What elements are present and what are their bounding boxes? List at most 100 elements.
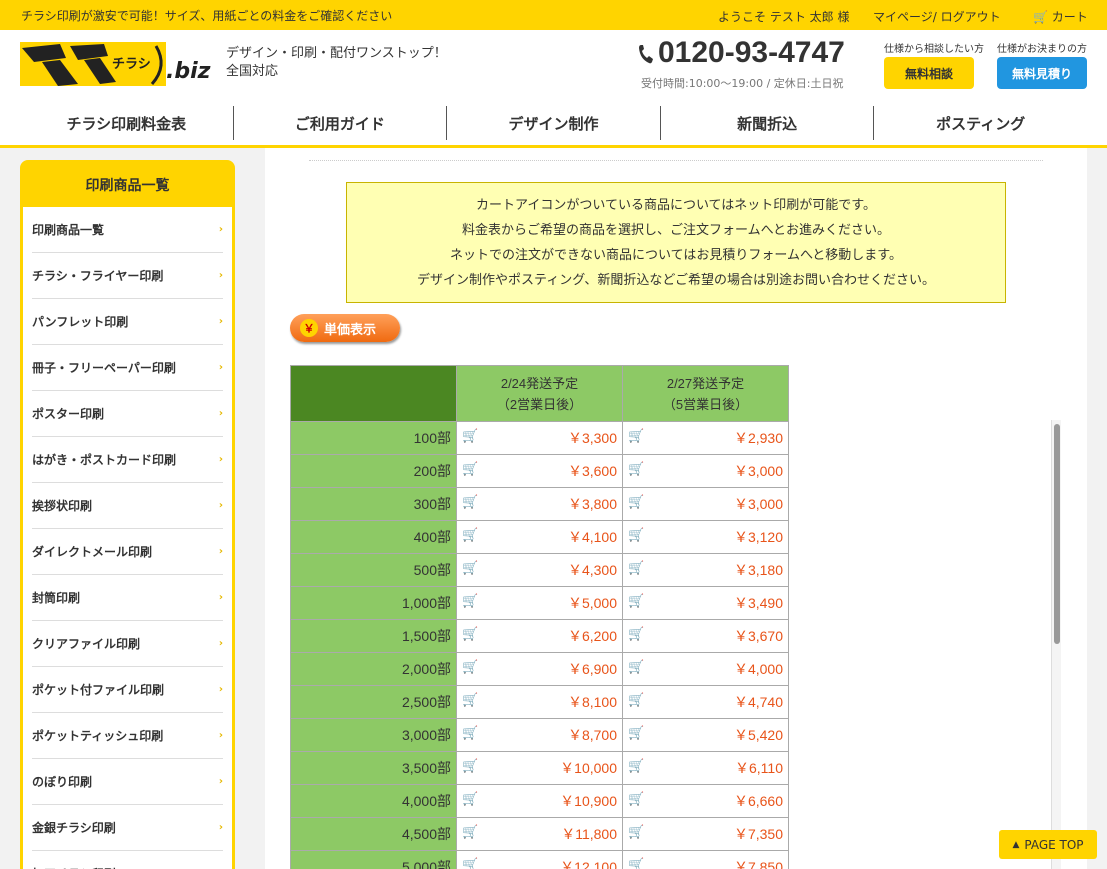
nav-newspaper-insert[interactable]: 新聞折込 — [661, 106, 875, 140]
sidebar-item[interactable]: 金銀チラシ印刷 › — [32, 805, 223, 851]
price-value: ￥3,000 — [733, 463, 783, 479]
price-cell[interactable]: 🛒 ￥7,850 — [622, 850, 789, 869]
cart-icon[interactable]: 🛒 — [628, 527, 644, 543]
sidebar-item[interactable]: ポスター印刷 › — [32, 391, 223, 437]
price-cell[interactable]: 🛒 ￥7,350 — [622, 817, 789, 851]
mypage-logout-link[interactable]: マイページ/ ログアウト — [873, 8, 1001, 25]
sidebar-item[interactable]: 加工チラシ印刷› — [32, 851, 223, 869]
cart-icon[interactable]: 🛒 — [628, 626, 644, 642]
price-cell[interactable]: 🛒 ￥10,900 — [456, 784, 623, 818]
free-consult-button[interactable]: 無料相談 — [884, 57, 974, 89]
sidebar-item[interactable]: パンフレット印刷 › — [32, 299, 223, 345]
cart-icon[interactable]: 🛒 — [628, 824, 644, 840]
cart-icon[interactable]: 🛒 — [462, 461, 478, 477]
sidebar-item[interactable]: チラシ・フライヤー印刷 › — [32, 253, 223, 299]
cart-icon[interactable]: 🛒 — [462, 428, 478, 444]
cart-icon[interactable]: 🛒 — [462, 527, 478, 543]
cart-icon[interactable]: 🛒 — [462, 791, 478, 807]
cart-link[interactable]: 🛒 カート — [1033, 8, 1088, 25]
cart-icon[interactable]: 🛒 — [462, 659, 478, 675]
price-cell[interactable]: 🛒 ￥4,000 — [622, 652, 789, 686]
cart-icon[interactable]: 🛒 — [462, 626, 478, 642]
cart-icon[interactable]: 🛒 — [462, 560, 478, 576]
price-cell[interactable]: 🛒 ￥6,200 — [456, 619, 623, 653]
nav-guide[interactable]: ご利用ガイド — [234, 106, 448, 140]
price-cell[interactable]: 🛒 ￥10,000 — [456, 751, 623, 785]
price-value: ￥10,000 — [560, 760, 617, 776]
cart-icon[interactable]: 🛒 — [462, 758, 478, 774]
price-cell[interactable]: 🛒 ￥3,300 — [456, 421, 623, 455]
site-logo[interactable]: チラシ .biz — [20, 38, 218, 90]
sidebar-item[interactable]: はがき・ポストカード印刷 › — [32, 437, 223, 483]
nav-price-list[interactable]: チラシ印刷料金表 — [20, 106, 234, 140]
cart-icon[interactable]: 🛒 — [628, 791, 644, 807]
cart-icon[interactable]: 🛒 — [628, 692, 644, 708]
cart-icon[interactable]: 🛒 — [462, 725, 478, 741]
nav-design[interactable]: デザイン制作 — [447, 106, 661, 140]
sidebar-item[interactable]: 冊子・フリーペーパー印刷 › — [32, 345, 223, 391]
svg-text:.biz: .biz — [166, 59, 211, 84]
sidebar-item[interactable]: ポケット付ファイル印刷 › — [32, 667, 223, 713]
price-cell[interactable]: 🛒 ￥3,120 — [622, 520, 789, 554]
price-value: ￥3,800 — [567, 496, 617, 512]
unit-price-toggle-button[interactable]: ￥ 単価表示 — [290, 314, 400, 342]
sidebar-item[interactable]: 封筒印刷 › — [32, 575, 223, 621]
price-value: ￥8,700 — [567, 727, 617, 743]
price-cell[interactable]: 🛒 ￥6,900 — [456, 652, 623, 686]
column-header-5day: 2/27発送予定 （5営業日後） — [622, 365, 789, 422]
price-value: ￥4,740 — [733, 694, 783, 710]
price-cell[interactable]: 🛒 ￥5,420 — [622, 718, 789, 752]
sidebar-item-label: パンフレット印刷 — [32, 315, 129, 329]
free-estimate-button[interactable]: 無料見積り — [997, 57, 1087, 89]
sidebar-item[interactable]: 挨拶状印刷 › — [32, 483, 223, 529]
sidebar-item[interactable]: のぼり印刷 › — [32, 759, 223, 805]
sidebar-item[interactable]: ポケットティッシュ印刷 › — [32, 713, 223, 759]
cart-icon[interactable]: 🛒 — [462, 857, 478, 869]
sidebar-item[interactable]: ダイレクトメール印刷 › — [32, 529, 223, 575]
price-value: ￥3,120 — [733, 529, 783, 545]
table-scrollbar[interactable] — [1051, 420, 1061, 869]
cart-icon[interactable]: 🛒 — [628, 857, 644, 869]
price-cell[interactable]: 🛒 ￥4,740 — [622, 685, 789, 719]
price-cell[interactable]: 🛒 ￥6,110 — [622, 751, 789, 785]
price-cell[interactable]: 🛒 ￥4,100 — [456, 520, 623, 554]
page-top-button[interactable]: ▲ PAGE TOP — [999, 830, 1097, 859]
cart-icon[interactable]: 🛒 — [462, 494, 478, 510]
cart-icon[interactable]: 🛒 — [628, 758, 644, 774]
price-cell[interactable]: 🛒 ￥3,180 — [622, 553, 789, 587]
price-cell[interactable]: 🛒 ￥8,700 — [456, 718, 623, 752]
price-cell[interactable]: 🛒 ￥2,930 — [622, 421, 789, 455]
price-cell[interactable]: 🛒 ￥3,600 — [456, 454, 623, 488]
sidebar-item[interactable]: 印刷商品一覧 › — [32, 207, 223, 253]
cart-icon[interactable]: 🛒 — [628, 560, 644, 576]
chevron-right-icon: › — [218, 316, 223, 327]
cart-icon[interactable]: 🛒 — [462, 692, 478, 708]
sidebar-item[interactable]: クリアファイル印刷 › — [32, 621, 223, 667]
site-header: チラシ .biz デザイン・印刷・配付ワンストップ！ 全国対応 0120-93-… — [0, 30, 1107, 148]
cart-icon[interactable]: 🛒 — [628, 593, 644, 609]
price-cell[interactable]: 🛒 ￥3,800 — [456, 487, 623, 521]
price-cell[interactable]: 🛒 ￥3,000 — [622, 454, 789, 488]
price-cell[interactable]: 🛒 ￥11,800 — [456, 817, 623, 851]
cart-icon[interactable]: 🛒 — [628, 659, 644, 675]
price-cell[interactable]: 🛒 ￥8,100 — [456, 685, 623, 719]
price-cell[interactable]: 🛒 ￥6,660 — [622, 784, 789, 818]
price-cell[interactable]: 🛒 ￥5,000 — [456, 586, 623, 620]
phone-number[interactable]: 0120-93-4747 — [638, 36, 845, 70]
cart-icon[interactable]: 🛒 — [462, 593, 478, 609]
table-row: 500部 🛒 ￥4,300 🛒 ￥3,180 — [290, 553, 789, 587]
cart-icon[interactable]: 🛒 — [628, 494, 644, 510]
cart-icon[interactable]: 🛒 — [628, 725, 644, 741]
price-cell[interactable]: 🛒 ￥4,300 — [456, 553, 623, 587]
cart-icon[interactable]: 🛒 — [628, 461, 644, 477]
price-cell[interactable]: 🛒 ￥3,000 — [622, 487, 789, 521]
price-cell[interactable]: 🛒 ￥12,100 — [456, 850, 623, 869]
table-row: 5,000部 🛒 ￥12,100 🛒 ￥7,850 — [290, 850, 789, 869]
price-cell[interactable]: 🛒 ￥3,490 — [622, 586, 789, 620]
scrollbar-thumb[interactable] — [1054, 424, 1060, 644]
cart-icon[interactable]: 🛒 — [628, 428, 644, 444]
price-cell[interactable]: 🛒 ￥3,670 — [622, 619, 789, 653]
price-value: ￥3,600 — [567, 463, 617, 479]
nav-posting[interactable]: ポスティング — [874, 106, 1087, 140]
cart-icon[interactable]: 🛒 — [462, 824, 478, 840]
